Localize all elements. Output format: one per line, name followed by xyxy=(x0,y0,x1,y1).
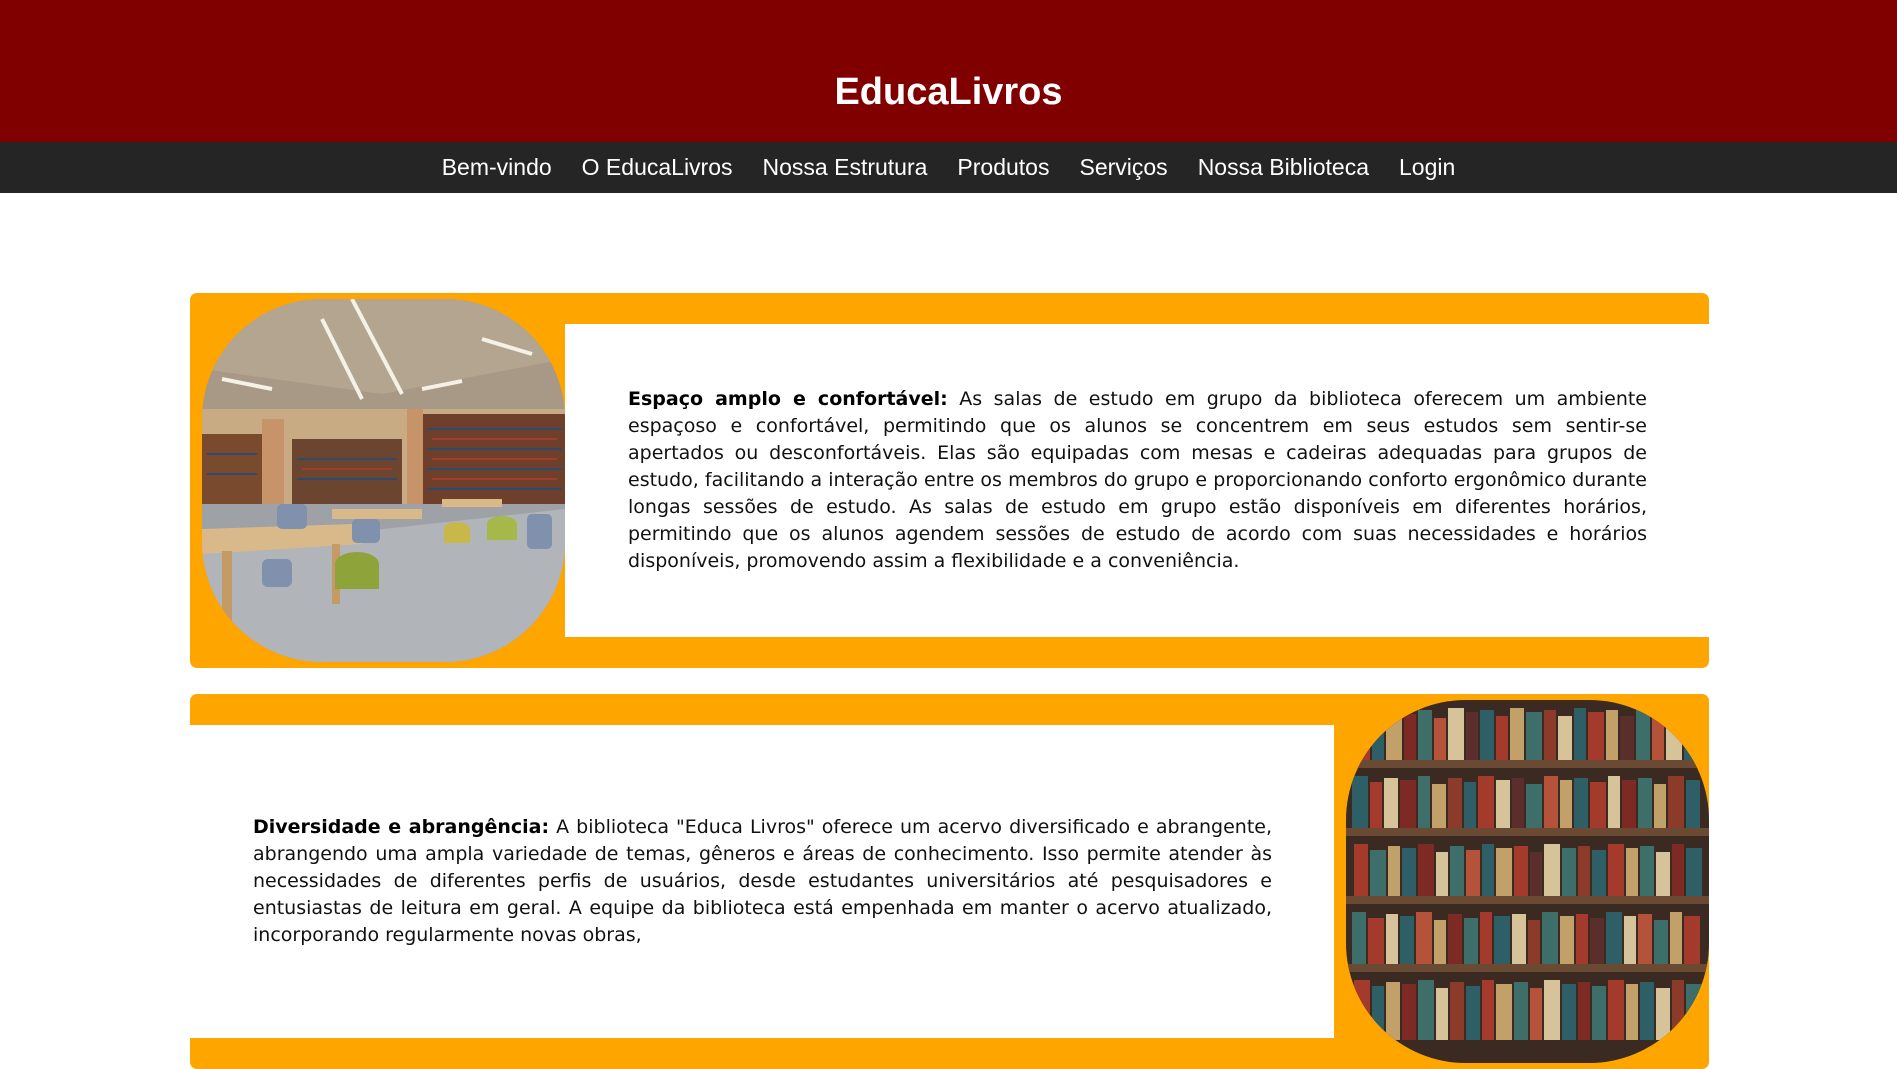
study-rooms-body: As salas de estudo em grupo da bibliotec… xyxy=(628,388,1647,572)
nav-link-nossa-biblioteca[interactable]: Nossa Biblioteca xyxy=(1198,142,1369,193)
nav-link-bem-vindo[interactable]: Bem-vindo xyxy=(442,142,552,193)
collection-heading: Diversidade e abrangência: xyxy=(253,816,550,838)
feature-section-collection: Diversidade e abrangência: A biblioteca … xyxy=(190,694,1709,1069)
feature-section-study-rooms: Espaço amplo e confortável: As salas de … xyxy=(190,293,1709,668)
study-rooms-heading: Espaço amplo e confortável: xyxy=(628,388,948,410)
nav-link-produtos[interactable]: Produtos xyxy=(957,142,1049,193)
site-title: EducaLivros xyxy=(834,71,1063,113)
bookshelf-image xyxy=(1346,700,1709,1063)
nav-link-login[interactable]: Login xyxy=(1399,142,1455,193)
collection-paragraph: Diversidade e abrangência: A biblioteca … xyxy=(253,814,1272,949)
study-rooms-paragraph: Espaço amplo e confortável: As salas de … xyxy=(628,386,1647,575)
site-header: EducaLivros xyxy=(0,0,1897,142)
main-nav: Bem-vindo O EducaLivros Nossa Estrutura … xyxy=(0,142,1897,193)
nav-link-servicos[interactable]: Serviços xyxy=(1079,142,1167,193)
study-room-image xyxy=(202,299,565,662)
study-rooms-textbox: Espaço amplo e confortável: As salas de … xyxy=(565,324,1709,637)
collection-textbox: Diversidade e abrangência: A biblioteca … xyxy=(190,725,1334,1038)
nav-link-nossa-estrutura[interactable]: Nossa Estrutura xyxy=(763,142,928,193)
nav-link-o-educalivros[interactable]: O EducaLivros xyxy=(582,142,733,193)
